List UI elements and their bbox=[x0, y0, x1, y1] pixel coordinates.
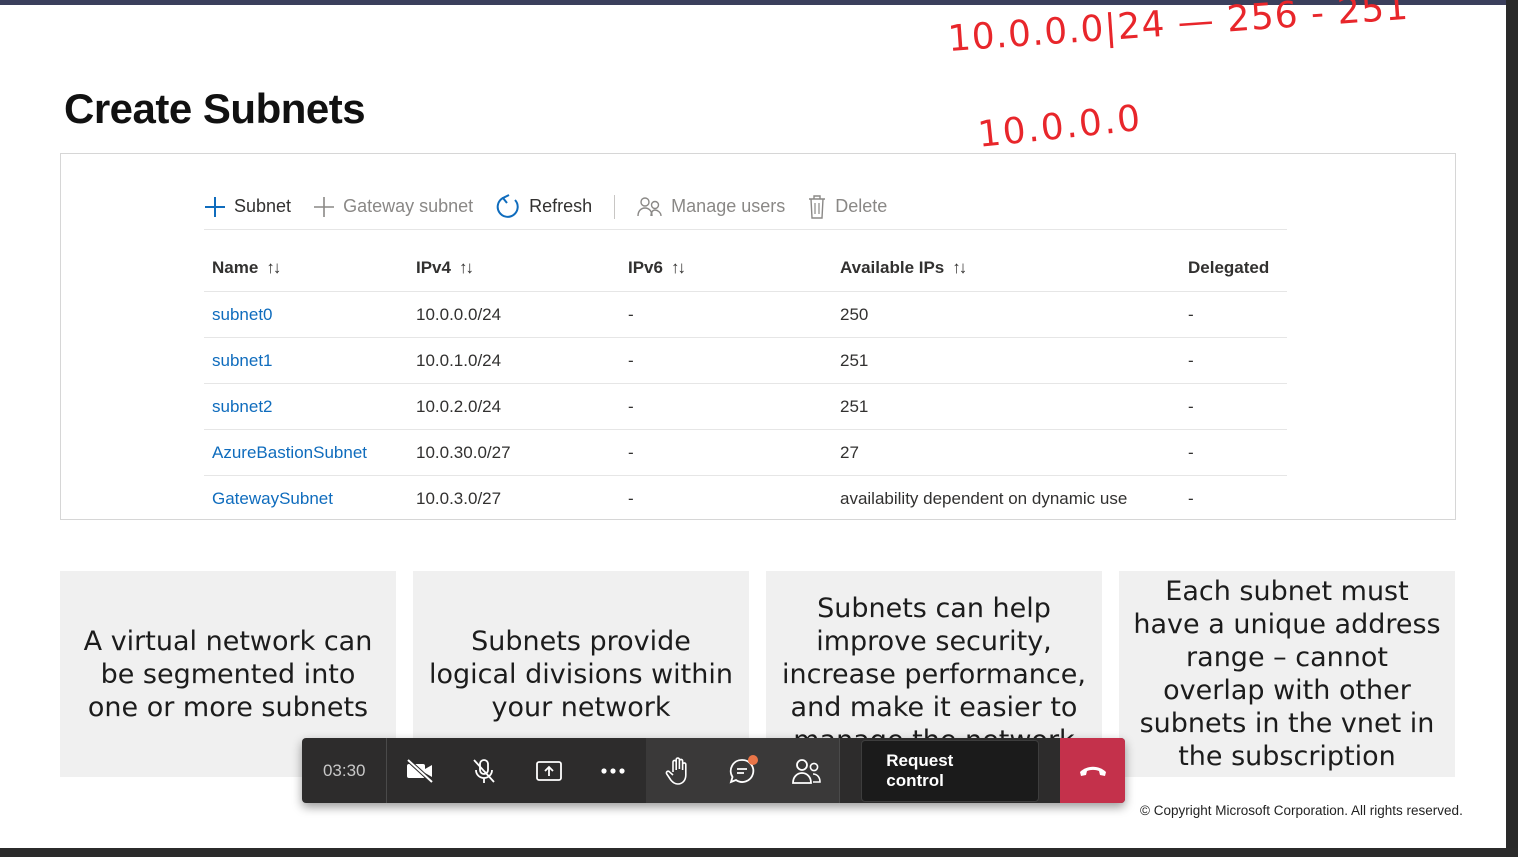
slide-title: Create Subnets bbox=[64, 85, 366, 132]
delegated-cell: - bbox=[1188, 396, 1194, 416]
plus-icon bbox=[205, 196, 225, 217]
raise-hand-icon bbox=[665, 756, 687, 785]
ink-annotation-address: 10.0.0.0 bbox=[975, 97, 1145, 156]
subnet-name-link[interactable]: AzureBastionSubnet bbox=[204, 443, 416, 463]
ink-annotation-cidr: 10.0.0.0|24 — 256 - 251 bbox=[946, 0, 1411, 60]
leave-call-button[interactable] bbox=[1060, 738, 1125, 803]
command-bar: Subnet Gateway subnet Refresh Manage use… bbox=[204, 184, 1287, 230]
info-card-unique-range: Each subnet must have a unique address r… bbox=[1119, 571, 1455, 777]
users-icon bbox=[637, 196, 662, 216]
window-edge bbox=[0, 848, 1518, 857]
delegated-cell: - bbox=[1188, 442, 1194, 462]
subnets-panel: Subnet Gateway subnet Refresh Manage use… bbox=[60, 153, 1456, 520]
plus-icon bbox=[314, 196, 335, 217]
subnet-name-link[interactable]: subnet0 bbox=[204, 305, 416, 325]
available-ips-cell: 27 bbox=[840, 442, 859, 462]
available-ips-cell: 251 bbox=[840, 396, 869, 416]
column-header-ipv6[interactable]: IPv6 ↑↓ bbox=[628, 258, 840, 278]
microphone-toggle-button[interactable] bbox=[452, 738, 517, 803]
camera-off-icon bbox=[406, 758, 434, 783]
copyright-notice: © Copyright Microsoft Corporation. All r… bbox=[1140, 803, 1463, 818]
ipv4-cell: 10.0.1.0/24 bbox=[416, 350, 502, 370]
chat-button[interactable] bbox=[710, 738, 775, 803]
ipv6-cell: - bbox=[628, 304, 634, 324]
column-header-delegated[interactable]: Delegated bbox=[1188, 258, 1287, 278]
delegated-cell: - bbox=[1188, 350, 1194, 370]
column-header-name[interactable]: Name ↑↓ bbox=[204, 258, 416, 278]
ipv4-cell: 10.0.0.0/24 bbox=[416, 304, 502, 324]
request-control-button[interactable]: Request control bbox=[861, 739, 1040, 802]
chat-notification-dot bbox=[747, 755, 758, 765]
participants-icon bbox=[792, 758, 821, 784]
table-row[interactable]: subnet2 10.0.2.0/24 - 251 - bbox=[204, 384, 1287, 430]
ipv4-cell: 10.0.30.0/27 bbox=[416, 442, 511, 462]
share-screen-button[interactable] bbox=[517, 738, 582, 803]
ipv6-cell: - bbox=[628, 442, 634, 462]
more-icon bbox=[601, 767, 625, 774]
column-header-available-ips[interactable]: Available IPs ↑↓ bbox=[840, 258, 1188, 278]
meeting-controls-bar: 03:30 Request control bbox=[302, 738, 1125, 803]
window-edge bbox=[1506, 0, 1518, 857]
ipv6-cell: - bbox=[628, 396, 634, 416]
refresh-button[interactable]: Refresh bbox=[495, 193, 593, 220]
manage-users-button[interactable]: Manage users bbox=[637, 196, 785, 218]
sort-icon[interactable]: ↑↓ bbox=[266, 258, 281, 277]
subnets-table: Name ↑↓ IPv4 ↑↓ IPv6 ↑↓ Available IPs ↑↓ Del… bbox=[204, 244, 1287, 522]
subnet-name-link[interactable]: subnet2 bbox=[204, 397, 416, 417]
share-icon bbox=[535, 760, 562, 781]
raise-hand-button[interactable] bbox=[645, 738, 711, 803]
more-actions-button[interactable] bbox=[581, 738, 646, 803]
add-subnet-button[interactable]: Subnet bbox=[204, 196, 291, 218]
toolbar-divider bbox=[614, 194, 616, 219]
table-row[interactable]: subnet1 10.0.1.0/24 - 251 - bbox=[204, 338, 1287, 384]
add-subnet-label: Subnet bbox=[234, 196, 292, 216]
column-header-ipv4[interactable]: IPv4 ↑↓ bbox=[416, 258, 628, 278]
sort-icon[interactable]: ↑↓ bbox=[671, 258, 686, 277]
refresh-icon bbox=[496, 193, 519, 218]
manage-users-label: Manage users bbox=[671, 196, 786, 216]
add-gateway-subnet-button[interactable]: Gateway subnet bbox=[313, 196, 473, 218]
participants-button[interactable] bbox=[774, 738, 840, 803]
trash-icon bbox=[809, 194, 826, 219]
delegated-cell: - bbox=[1188, 304, 1194, 324]
delete-button[interactable]: Delete bbox=[807, 194, 888, 219]
available-ips-cell: 251 bbox=[840, 350, 869, 370]
slide: Create Subnets 10.0.0.0|24 — 256 - 251 1… bbox=[0, 0, 1506, 848]
subnet-name-link[interactable]: GatewaySubnet bbox=[204, 489, 416, 509]
add-gateway-subnet-label: Gateway subnet bbox=[343, 196, 474, 216]
ipv6-cell: - bbox=[628, 489, 634, 508]
delete-label: Delete bbox=[835, 196, 888, 216]
ipv4-cell: 10.0.3.0/27 bbox=[416, 489, 502, 508]
microphone-off-icon bbox=[473, 758, 495, 783]
ipv6-cell: - bbox=[628, 350, 634, 370]
table-row[interactable]: subnet0 10.0.0.0/24 - 250 - bbox=[204, 292, 1287, 338]
sort-icon[interactable]: ↑↓ bbox=[459, 258, 474, 277]
refresh-label: Refresh bbox=[529, 196, 593, 216]
table-row[interactable]: GatewaySubnet 10.0.3.0/27 - availability… bbox=[204, 476, 1287, 522]
hang-up-icon bbox=[1079, 766, 1106, 776]
available-ips-cell: 250 bbox=[840, 304, 869, 324]
available-ips-cell: availability dependent on dynamic use bbox=[840, 489, 1128, 508]
sort-icon[interactable]: ↑↓ bbox=[952, 258, 967, 277]
subnet-name-link[interactable]: subnet1 bbox=[204, 351, 416, 371]
table-row[interactable]: AzureBastionSubnet 10.0.30.0/27 - 27 - bbox=[204, 430, 1287, 476]
table-header-row: Name ↑↓ IPv4 ↑↓ IPv6 ↑↓ Available IPs ↑↓ Del… bbox=[204, 244, 1287, 292]
ipv4-cell: 10.0.2.0/24 bbox=[416, 396, 502, 416]
request-control-area: Request control bbox=[840, 738, 1060, 803]
delegated-cell: - bbox=[1188, 489, 1194, 508]
call-timer: 03:30 bbox=[302, 738, 388, 803]
camera-toggle-button[interactable] bbox=[387, 738, 452, 803]
